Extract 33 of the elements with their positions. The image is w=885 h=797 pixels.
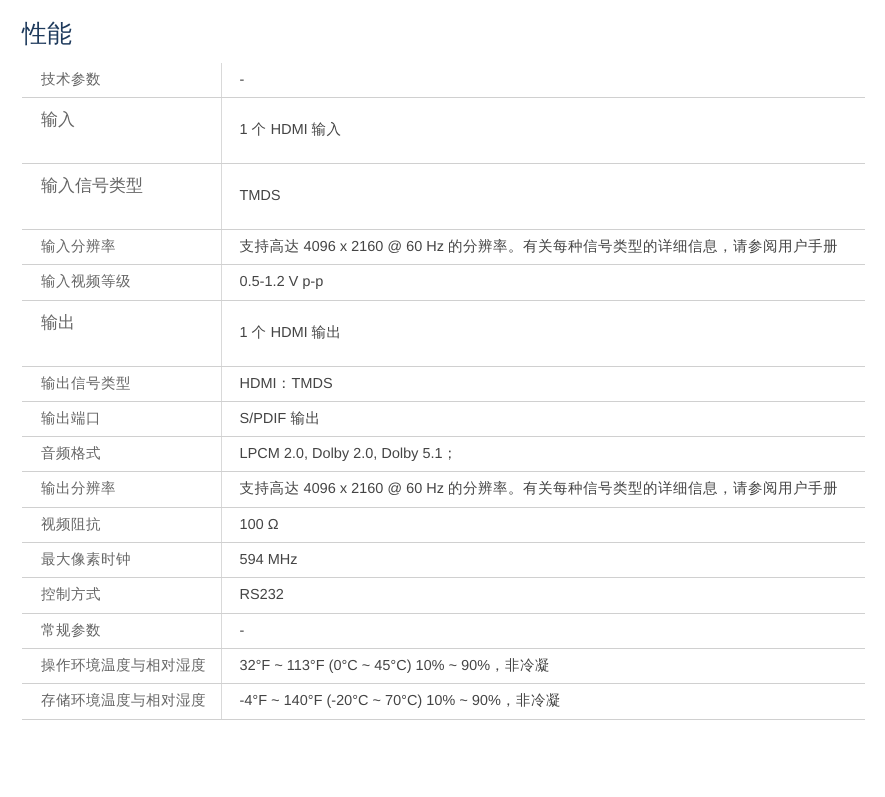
- spec-value: 594 MHz: [240, 552, 298, 568]
- spec-value: -4°F ~ 140°F (-20°C ~ 70°C) 10% ~ 90%，非冷凝: [240, 693, 561, 710]
- spec-label: 视频阻抗: [41, 516, 101, 533]
- spec-label: 音频格式: [41, 446, 101, 462]
- spec-value: TMDS: [240, 188, 281, 204]
- spec-value: LPCM 2.0, Dolby 2.0, Dolby 5.1；: [240, 446, 458, 462]
- spec-value: 支持高达 4096 x 2160 @ 60 Hz 的分辨率。有关每种信号类型的详细信息，请参阅用户手册: [240, 239, 838, 255]
- spec-value: 1 个 HDMI 输入: [240, 122, 342, 138]
- spec-label: 输出分辨率: [41, 481, 116, 498]
- spec-label: 控制方式: [41, 587, 101, 604]
- spec-value: -: [240, 622, 244, 639]
- spec-label: 最大像素时钟: [41, 552, 131, 568]
- spec-label: 输出信号类型: [41, 376, 131, 392]
- spec-value: 100 Ω: [240, 516, 279, 533]
- spec-label: 输入信号类型: [41, 176, 143, 195]
- spec-value: 支持高达 4096 x 2160 @ 60 Hz 的分辨率。有关每种信号类型的详细信息，请参阅用户手册: [240, 481, 838, 498]
- spec-value: 1 个 HDMI 输出: [240, 324, 342, 341]
- spec-label: 常规参数: [41, 622, 101, 639]
- spec-value: HDMI：TMDS: [240, 376, 333, 392]
- spec-label: 输出端口: [41, 410, 101, 427]
- spec-value: -: [240, 72, 244, 88]
- spec-label: 操作环境温度与相对湿度: [41, 658, 206, 674]
- spec-value: RS232: [240, 587, 284, 604]
- spec-label: 输入: [41, 110, 75, 129]
- spec-value: 32°F ~ 113°F (0°C ~ 45°C) 10% ~ 90%，非冷凝: [240, 658, 550, 674]
- spec-label: 技术参数: [41, 72, 101, 88]
- spec-label: 存储环境温度与相对湿度: [41, 693, 206, 710]
- spec-value: S/PDIF 输出: [240, 410, 320, 427]
- spec-value: 0.5-1.2 V p-p: [240, 274, 324, 290]
- spec-label: 输入分辨率: [41, 239, 116, 255]
- spec-label: 输入视频等级: [41, 274, 131, 290]
- section-title: 性能: [22, 19, 73, 50]
- spec-label: 输出: [41, 312, 75, 332]
